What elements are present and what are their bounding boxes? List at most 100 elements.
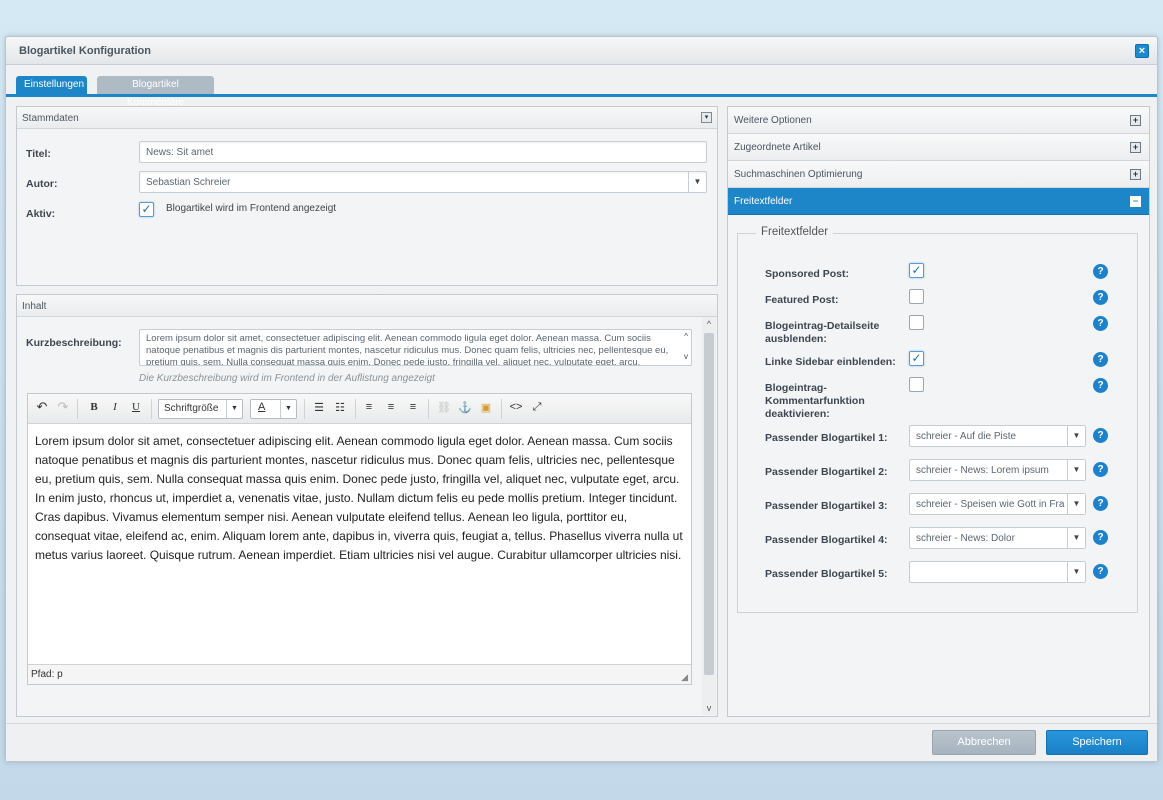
expand-icon[interactable]: +: [1130, 169, 1141, 180]
chevron-down-icon[interactable]: ▼: [1067, 494, 1085, 514]
toolbar-divider: [501, 399, 502, 419]
help-icon[interactable]: ?: [1093, 428, 1108, 443]
chevron-down-icon[interactable]: ▼: [1067, 528, 1085, 548]
titel-input[interactable]: News: Sit amet: [139, 141, 707, 163]
tab-einstellungen[interactable]: Einstellungen: [16, 76, 87, 94]
titel-label: Titel:: [26, 148, 51, 160]
blogartikel-2-value: schreier - News: Lorem ipsum: [916, 465, 1049, 476]
stammdaten-panel: Stammdaten ▾ Titel: News: Sit amet Autor…: [16, 106, 718, 286]
blogartikel-1-select[interactable]: schreier - Auf die Piste ▼: [909, 425, 1086, 447]
blogartikel-3-select[interactable]: schreier - Speisen wie Gott in Fra ▼: [909, 493, 1086, 515]
help-icon[interactable]: ?: [1093, 564, 1108, 579]
resize-handle-icon[interactable]: ◢: [681, 672, 688, 683]
blogartikel-4-select[interactable]: schreier - News: Dolor ▼: [909, 527, 1086, 549]
blogartikel-1-value: schreier - Auf die Piste: [916, 431, 1017, 442]
source-code-icon[interactable]: <>: [508, 401, 524, 413]
collapse-icon[interactable]: ▾: [701, 112, 712, 123]
italic-icon[interactable]: I: [107, 401, 123, 413]
blogartikel-3-label: Passender Blogartikel 3:: [765, 500, 888, 512]
cancel-button[interactable]: Abbrechen: [932, 730, 1036, 755]
accordion-suchmaschinen-optimierung[interactable]: Suchmaschinen Optimierung +: [728, 161, 1149, 188]
linke-sidebar-checkbox[interactable]: ✓: [909, 351, 924, 366]
help-icon[interactable]: ?: [1093, 462, 1108, 477]
anchor-icon[interactable]: ⚓: [457, 401, 473, 414]
kommentarfunktion-checkbox[interactable]: [909, 377, 924, 392]
save-button[interactable]: Speichern: [1046, 730, 1148, 755]
chevron-down-icon[interactable]: ▼: [226, 400, 242, 418]
stammdaten-header: Stammdaten ▾: [17, 107, 717, 129]
blogartikel-2-label: Passender Blogartikel 2:: [765, 466, 888, 478]
help-icon[interactable]: ?: [1093, 378, 1108, 393]
collapse-icon[interactable]: −: [1130, 196, 1141, 207]
autor-value: Sebastian Schreier: [146, 177, 231, 188]
close-icon[interactable]: ×: [1135, 44, 1149, 58]
kurzbeschreibung-label: Kurzbeschreibung:: [26, 337, 122, 349]
blogartikel-5-select[interactable]: ▼: [909, 561, 1086, 583]
toolbar-divider: [304, 399, 305, 419]
editor-path: Pfad: p ◢: [28, 664, 691, 684]
fieldset-legend: Freitextfelder: [756, 226, 834, 238]
sponsored-post-checkbox[interactable]: ✓: [909, 263, 924, 278]
text-color-select[interactable]: A ▼: [250, 399, 297, 419]
kurzbeschreibung-textarea[interactable]: Lorem ipsum dolor sit amet, consectetuer…: [139, 329, 692, 366]
editor-body[interactable]: Lorem ipsum dolor sit amet, consectetuer…: [28, 424, 691, 664]
blogartikel-4-value: schreier - News: Dolor: [916, 533, 1015, 544]
help-icon[interactable]: ?: [1093, 352, 1108, 367]
align-center-icon[interactable]: ≡: [383, 401, 399, 413]
inhalt-title: Inhalt: [22, 301, 47, 312]
accordion-weitere-optionen[interactable]: Weitere Optionen +: [728, 107, 1149, 134]
link-icon[interactable]: ⛓: [436, 401, 452, 414]
font-size-select[interactable]: Schriftgröße ▼: [158, 399, 243, 419]
help-icon[interactable]: ?: [1093, 264, 1108, 279]
autor-select[interactable]: Sebastian Schreier ▼: [139, 171, 707, 193]
undo-icon[interactable]: ↶: [34, 399, 50, 415]
path-label: Pfad:: [31, 669, 55, 680]
detailseite-ausblenden-checkbox[interactable]: [909, 315, 924, 330]
expand-icon[interactable]: +: [1130, 115, 1141, 126]
numbered-list-icon[interactable]: ☷: [332, 401, 348, 414]
sponsored-post-label: Sponsored Post:: [765, 268, 850, 280]
chevron-down-icon[interactable]: ▼: [1067, 460, 1085, 480]
media-icon[interactable]: ▣: [478, 401, 494, 414]
scroll-down-icon[interactable]: v: [684, 351, 688, 363]
chevron-down-icon[interactable]: ▼: [1067, 562, 1085, 582]
fullscreen-icon[interactable]: ⤢: [529, 401, 545, 414]
help-icon[interactable]: ?: [1093, 530, 1108, 545]
config-window: Blogartikel Konfiguration × Einstellunge…: [5, 36, 1158, 762]
featured-post-checkbox[interactable]: [909, 289, 924, 304]
inhalt-scrollbar[interactable]: ^ v: [702, 317, 716, 715]
window-title: Blogartikel Konfiguration: [19, 45, 151, 57]
blogartikel-1-label: Passender Blogartikel 1:: [765, 432, 888, 444]
scroll-up-icon[interactable]: ^: [684, 331, 688, 343]
align-right-icon[interactable]: ≡: [405, 401, 421, 413]
scrollbar-thumb[interactable]: [704, 333, 714, 675]
detailseite-ausblenden-label: Blogeintrag-Detailseite ausblenden:: [765, 320, 880, 345]
kurzbeschreibung-value: Lorem ipsum dolor sit amet, consectetuer…: [146, 333, 669, 366]
toolbar-divider: [355, 399, 356, 419]
kommentarfunktion-label: Blogeintrag-Kommentarfunktion deaktivier…: [765, 382, 865, 420]
scroll-down-icon[interactable]: v: [702, 701, 716, 715]
help-icon[interactable]: ?: [1093, 290, 1108, 305]
scroll-up-icon[interactable]: ^: [702, 317, 716, 331]
accordion-freitextfelder[interactable]: Freitextfelder −: [728, 188, 1149, 215]
options-accordion: Weitere Optionen + Zugeordnete Artikel +…: [727, 106, 1150, 717]
expand-icon[interactable]: +: [1130, 142, 1141, 153]
kurzbeschreibung-hint: Die Kurzbeschreibung wird im Frontend in…: [139, 373, 435, 384]
bullet-list-icon[interactable]: ☰: [311, 401, 327, 414]
help-icon[interactable]: ?: [1093, 316, 1108, 331]
accordion-zugeordnete-artikel[interactable]: Zugeordnete Artikel +: [728, 134, 1149, 161]
chevron-down-icon[interactable]: ▼: [688, 172, 706, 192]
blogartikel-2-select[interactable]: schreier - News: Lorem ipsum ▼: [909, 459, 1086, 481]
freitextfelder-fieldset: Freitextfelder Sponsored Post: ✓ ? Featu…: [737, 226, 1138, 613]
underline-icon[interactable]: U: [128, 401, 144, 413]
tab-blogartikel-kommentare[interactable]: Blogartikel Kommentare: [97, 76, 214, 108]
featured-post-label: Featured Post:: [765, 294, 839, 306]
help-icon[interactable]: ?: [1093, 496, 1108, 511]
redo-icon[interactable]: ↷: [55, 399, 71, 415]
chevron-down-icon[interactable]: ▼: [1067, 426, 1085, 446]
bold-icon[interactable]: B: [86, 401, 102, 413]
align-left-icon[interactable]: ≡: [361, 401, 377, 413]
aktiv-checkbox[interactable]: ✓: [139, 202, 154, 217]
stammdaten-title: Stammdaten: [22, 113, 79, 124]
chevron-down-icon[interactable]: ▼: [280, 400, 296, 418]
